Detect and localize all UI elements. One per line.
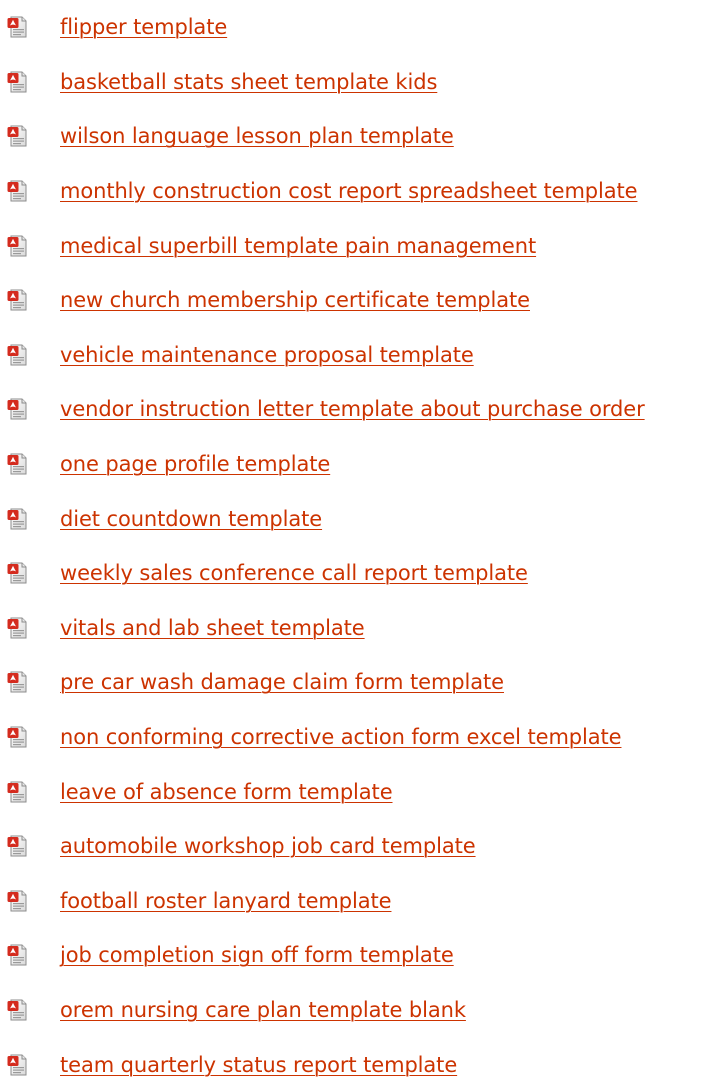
list-item: leave of absence form template: [0, 764, 722, 819]
pdf-document-icon: [6, 1053, 30, 1077]
list-item: non conforming corrective action form ex…: [0, 710, 722, 765]
pdf-document-icon: [6, 70, 30, 94]
pdf-document-icon: [6, 834, 30, 858]
pdf-document-icon: [6, 507, 30, 531]
list-item: team quarterly status report template: [0, 1037, 722, 1092]
list-item: football roster lanyard template: [0, 874, 722, 929]
pdf-document-icon: [6, 288, 30, 312]
list-item: pre car wash damage claim form template: [0, 655, 722, 710]
pdf-document-icon: [6, 725, 30, 749]
list-item: diet countdown template: [0, 491, 722, 546]
pdf-document-icon: [6, 124, 30, 148]
pdf-document-icon: [6, 561, 30, 585]
pdf-document-icon: [6, 15, 30, 39]
pdf-document-icon: [6, 780, 30, 804]
pdf-document-icon: [6, 998, 30, 1022]
link-item-text[interactable]: flipper template: [60, 15, 227, 39]
pdf-document-icon: [6, 397, 30, 421]
link-item-text[interactable]: new church membership certificate templa…: [60, 288, 530, 312]
pdf-document-icon: [6, 616, 30, 640]
list-item: job completion sign off form template: [0, 928, 722, 983]
link-item-text[interactable]: monthly construction cost report spreads…: [60, 179, 638, 203]
list-item: monthly construction cost report spreads…: [0, 164, 722, 219]
link-item-text[interactable]: orem nursing care plan template blank: [60, 998, 466, 1022]
list-item: basketball stats sheet template kids: [0, 55, 722, 110]
pdf-document-icon: [6, 234, 30, 258]
pdf-document-icon: [6, 670, 30, 694]
pdf-document-icon: [6, 889, 30, 913]
link-item-text[interactable]: leave of absence form template: [60, 780, 393, 804]
list-item: automobile workshop job card template: [0, 819, 722, 874]
pdf-document-icon: [6, 179, 30, 203]
pdf-document-icon: [6, 343, 30, 367]
list-item: new church membership certificate templa…: [0, 273, 722, 328]
list-item: vehicle maintenance proposal template: [0, 328, 722, 383]
link-item-text[interactable]: diet countdown template: [60, 507, 322, 531]
link-item-text[interactable]: football roster lanyard template: [60, 889, 392, 913]
link-item-text[interactable]: pre car wash damage claim form template: [60, 670, 504, 694]
link-list: flipper template basketball stats sheet …: [0, 0, 722, 1092]
list-item: one page profile template: [0, 437, 722, 492]
link-item-text[interactable]: vitals and lab sheet template: [60, 616, 365, 640]
list-item: flipper template: [0, 0, 722, 55]
link-item-text[interactable]: non conforming corrective action form ex…: [60, 725, 622, 749]
link-item-text[interactable]: weekly sales conference call report temp…: [60, 561, 528, 585]
link-item-text[interactable]: team quarterly status report template: [60, 1053, 457, 1077]
link-item-text[interactable]: one page profile template: [60, 452, 330, 476]
link-item-text[interactable]: vendor instruction letter template about…: [60, 397, 645, 421]
link-item-text[interactable]: wilson language lesson plan template: [60, 124, 454, 148]
link-item-text[interactable]: vehicle maintenance proposal template: [60, 343, 474, 367]
link-item-text[interactable]: job completion sign off form template: [60, 943, 454, 967]
list-item: vitals and lab sheet template: [0, 601, 722, 656]
list-item: weekly sales conference call report temp…: [0, 546, 722, 601]
pdf-document-icon: [6, 943, 30, 967]
pdf-document-icon: [6, 452, 30, 476]
list-item: medical superbill template pain manageme…: [0, 218, 722, 273]
link-item-text[interactable]: basketball stats sheet template kids: [60, 70, 437, 94]
list-item: wilson language lesson plan template: [0, 109, 722, 164]
list-item: vendor instruction letter template about…: [0, 382, 722, 437]
link-item-text[interactable]: automobile workshop job card template: [60, 834, 476, 858]
list-item: orem nursing care plan template blank: [0, 983, 722, 1038]
link-item-text[interactable]: medical superbill template pain manageme…: [60, 234, 536, 258]
